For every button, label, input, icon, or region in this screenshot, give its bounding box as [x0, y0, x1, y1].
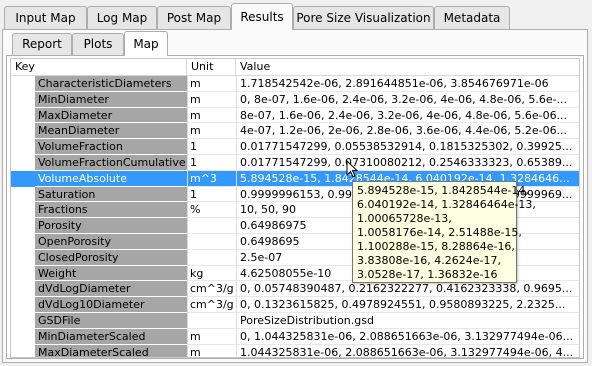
header-key[interactable]: Key: [11, 59, 187, 76]
tab-metadata[interactable]: Metadata: [434, 6, 510, 30]
subtab-map[interactable]: Map: [124, 31, 168, 56]
table-row[interactable]: GSDFile PoreSizeDistribution.gsd: [11, 312, 579, 329]
table-row[interactable]: MaxDiameter m 8e-07, 1.6e-06, 2.4e-06, 3.2…: [11, 107, 579, 124]
row-unit: %: [187, 202, 236, 219]
header-unit[interactable]: Unit: [187, 59, 236, 76]
row-value: 1.044325831e-06, 2.088651663e-06, 3.1329…: [236, 344, 579, 357]
subtab-plots[interactable]: Plots: [72, 33, 124, 55]
row-unit: m: [187, 91, 236, 108]
table-row[interactable]: VolumeFractionCumulative 1 0.01771547299, …: [11, 154, 579, 171]
mouse-cursor-icon: [346, 160, 358, 178]
row-unit: m: [187, 328, 236, 345]
row-unit: m: [187, 107, 236, 124]
row-unit: 1: [187, 139, 236, 155]
row-key: ClosedPorosity: [35, 249, 187, 266]
row-value: 1.718542542e-06, 2.891644851e-06, 3.8546…: [236, 76, 579, 92]
row-key: MaxDiameter: [35, 107, 187, 124]
table-row[interactable]: MeanDiameter m 4e-07, 1.2e-06, 2e-06, 2.8e…: [11, 123, 579, 140]
row-unit: m^3: [187, 170, 236, 187]
row-value: 0, 0.1323615825, 0.4978924551, 0.9580893…: [236, 297, 579, 313]
table-row[interactable]: VolumeFraction 1 0.01771547299, 0.05538532…: [11, 139, 579, 155]
row-key: CharacteristicDiameters: [35, 76, 187, 92]
table-row[interactable]: MaxDiameterScaled m 1.044325831e-06, 2.088…: [11, 344, 579, 357]
row-key: MinDiameter: [35, 91, 187, 108]
row-unit: 1: [187, 154, 236, 171]
tab-log-map[interactable]: Log Map: [87, 6, 157, 30]
row-unit: 1: [187, 186, 236, 203]
tab-pore-size-visualization[interactable]: Pore Size Visualization: [293, 6, 434, 30]
row-key: VolumeFractionCumulative: [35, 154, 187, 171]
header-value[interactable]: Value: [236, 59, 579, 76]
row-key: VolumeFraction: [35, 139, 187, 155]
row-value: 4e-07, 1.2e-06, 2e-06, 2.8e-06, 3.6e-06,…: [236, 123, 579, 140]
row-key: Weight: [35, 265, 187, 282]
row-unit: [187, 233, 236, 250]
row-value: 8e-07, 1.6e-06, 2.4e-06, 3.2e-06, 4e-06,…: [236, 107, 579, 124]
table-row[interactable]: dVdLog10Diameter cm^3/g 0, 0.1323615825, 0…: [11, 297, 579, 313]
row-value: 0, 1.044325831e-06, 2.088651663e-06, 3.1…: [236, 328, 579, 345]
row-value: PoreSizeDistribution.gsd: [236, 312, 579, 329]
row-unit: m: [187, 123, 236, 140]
row-key: GSDFile: [35, 312, 187, 329]
row-key: MinDiameterScaled: [35, 328, 187, 345]
row-key: Porosity: [35, 218, 187, 234]
row-key: Saturation: [35, 186, 187, 203]
row-key: Fractions: [35, 202, 187, 219]
value-tooltip: 5.894528e-15, 1.8428544e-14, 6.040192e-1…: [352, 181, 536, 283]
table-row[interactable]: MinDiameterScaled m 0, 1.044325831e-06, 2.…: [11, 328, 579, 345]
row-unit: cm^3/g: [187, 297, 236, 313]
tab-results[interactable]: Results: [231, 3, 293, 30]
row-value: 0, 8e-07, 1.6e-06, 2.4e-06, 3.2e-06, 4e-…: [236, 91, 579, 108]
table-header: Key Unit Value: [11, 59, 579, 76]
row-value: 0.01771547299, 0.07310080212, 0.25463333…: [236, 154, 579, 171]
row-key: OpenPorosity: [35, 233, 187, 250]
row-unit: m: [187, 344, 236, 357]
subtab-report[interactable]: Report: [12, 33, 72, 55]
tab-post-map[interactable]: Post Map: [157, 6, 231, 30]
row-key: dVdLogDiameter: [35, 281, 187, 298]
main-tab-bar: Input Map Log Map Post Map Results Pore …: [0, 0, 592, 30]
table-row[interactable]: MinDiameter m 0, 8e-07, 1.6e-06, 2.4e-06, …: [11, 91, 579, 108]
row-unit: kg: [187, 265, 236, 282]
row-key: VolumeAbsolute: [35, 170, 187, 187]
table-row[interactable]: CharacteristicDiameters m 1.718542542e-06,…: [11, 76, 579, 92]
row-unit: [187, 249, 236, 266]
table-row[interactable]: dVdLogDiameter cm^3/g 0, 0.05748390487, 0.…: [11, 281, 579, 298]
row-key: dVdLog10Diameter: [35, 297, 187, 313]
row-key: MaxDiameterScaled: [35, 344, 187, 357]
row-value: 0.01771547299, 0.05538532914, 0.18153253…: [236, 139, 579, 155]
row-value: 0, 0.05748390487, 0.2162322277, 0.416232…: [236, 281, 579, 298]
row-unit: m: [187, 76, 236, 92]
row-unit: [187, 312, 236, 329]
row-key: MeanDiameter: [35, 123, 187, 140]
tab-input-map[interactable]: Input Map: [4, 6, 87, 30]
row-unit: [187, 218, 236, 234]
row-unit: cm^3/g: [187, 281, 236, 298]
